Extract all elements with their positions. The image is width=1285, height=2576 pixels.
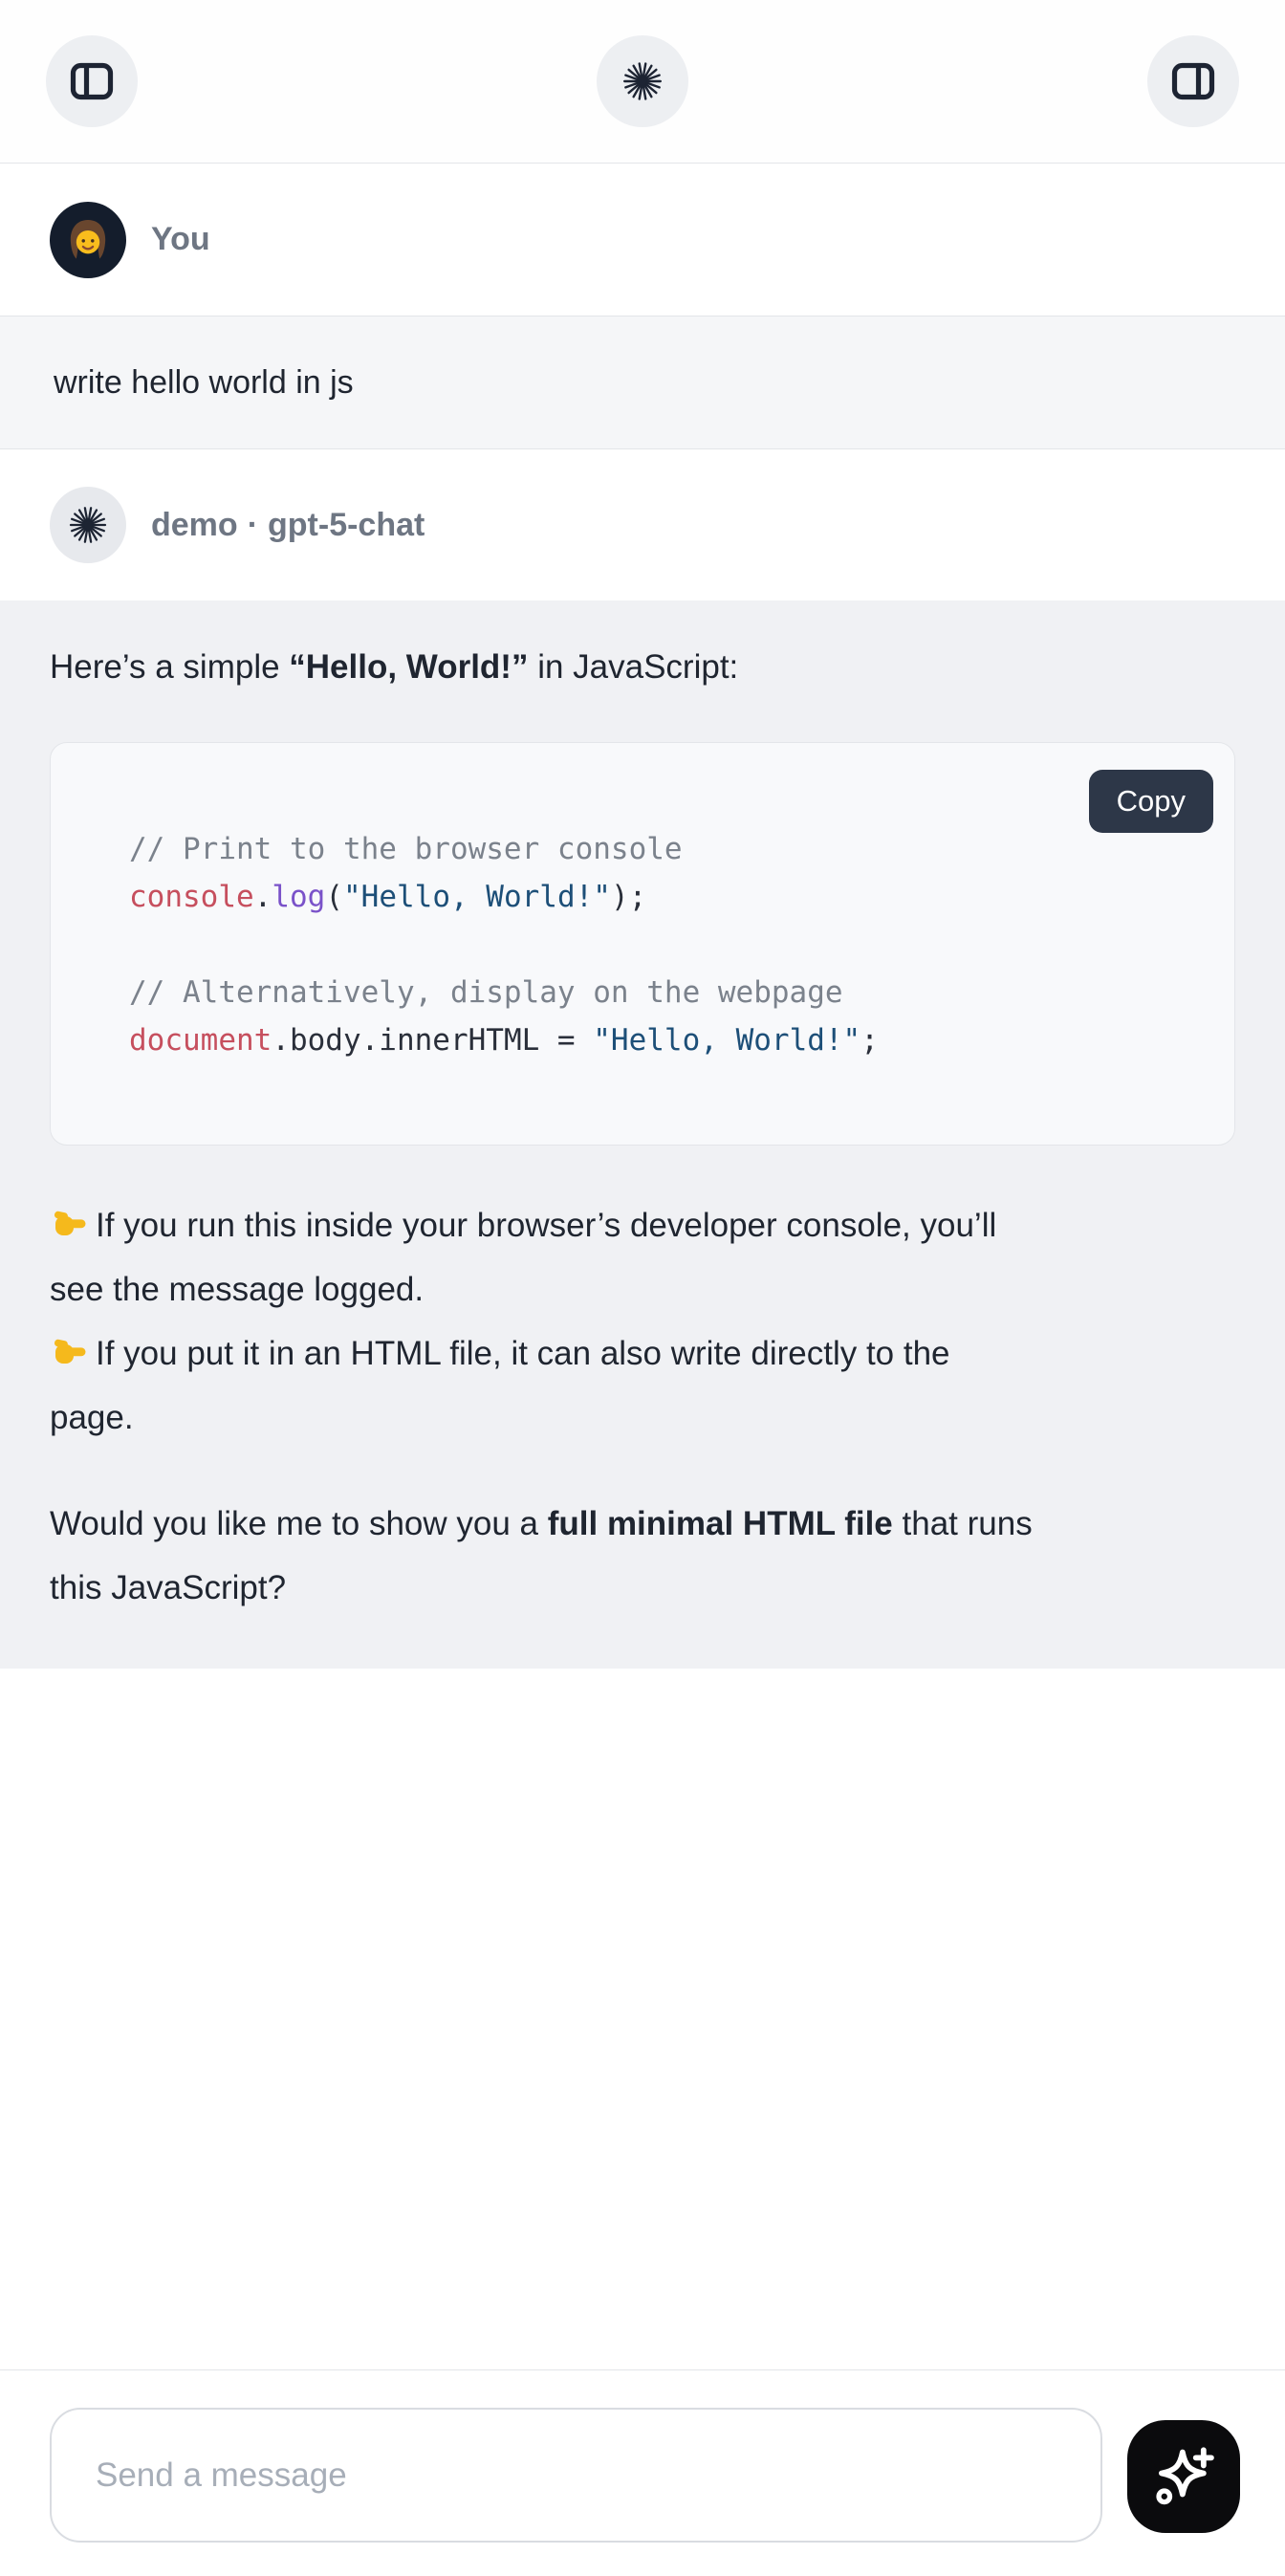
intro-suffix: in JavaScript: [528,648,738,686]
tips-paragraph: If you run this inside your browser’s de… [50,1193,1235,1450]
starburst-logo-icon [621,59,664,103]
assistant-label: demo · gpt-5-chat [151,507,425,544]
tip-text: If you run this inside your browser’s de… [50,1207,996,1308]
code-block: Copy // Print to the browser console con… [50,742,1235,1146]
assistant-name: demo [151,507,238,543]
assistant-label-separator: · [248,507,258,543]
pointing-right-hand-emoji [50,1333,88,1371]
user-message: write hello world in js [0,316,1285,449]
question-bold: full minimal HTML file [548,1505,893,1542]
send-button[interactable] [1127,2420,1240,2533]
message-input[interactable] [50,2408,1102,2543]
assistant-intro-paragraph: Here’s a simple “Hello, World!” in JavaS… [50,635,1235,700]
assistant-message: Here’s a simple “Hello, World!” in JavaS… [0,600,1285,1669]
panel-right-icon [1169,58,1217,104]
assistant-avatar [50,487,126,563]
sidebar-toggle-button[interactable] [46,35,138,127]
question-prefix: Would you like me to show you a [50,1505,548,1542]
tip-line: If you put it in an HTML file, it can al… [50,1321,1235,1450]
assistant-question-paragraph: Would you like me to show you a full min… [50,1492,1235,1620]
panel-right-toggle-button[interactable] [1147,35,1239,127]
empty-scroll-area [0,1669,1285,2369]
assistant-message-header: demo · gpt-5-chat [0,449,1285,600]
user-message-header: You [0,164,1285,316]
tip-line: If you run this inside your browser’s de… [50,1193,1235,1321]
model-logo-button[interactable] [597,35,688,127]
panel-left-icon [68,58,116,104]
intro-bold: “Hello, World!” [289,648,528,686]
user-avatar [50,202,126,278]
tip-text: If you put it in an HTML file, it can al… [50,1335,950,1436]
pointing-right-hand-emoji [50,1205,88,1243]
composer-bar [0,2369,1285,2576]
user-label: You [151,221,210,258]
intro-prefix: Here’s a simple [50,648,289,686]
sparkles-icon [1148,2441,1219,2512]
assistant-model: gpt-5-chat [268,507,425,543]
top-bar [0,0,1285,164]
person-emoji [60,212,116,268]
copy-button[interactable]: Copy [1089,770,1213,833]
user-message-text: write hello world in js [54,364,354,402]
starburst-logo-icon [67,504,109,546]
code-content: // Print to the browser console console.… [51,743,1234,1145]
